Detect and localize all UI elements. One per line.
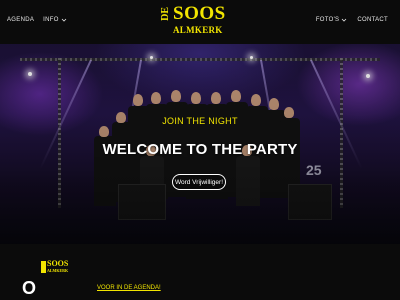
hero-banner: 25 JOIN THE NIGHT WELCOME TO THE PARTY W… xyxy=(0,44,400,244)
bottom-section: SOOS ALMKERK O VOOR IN DE AGENDA! xyxy=(0,244,400,300)
volunteer-button[interactable]: Word Vrijwilliger! xyxy=(172,174,226,190)
nav-agenda-label: AGENDA xyxy=(7,17,35,23)
nav-right: FOTO'S CONTACT xyxy=(316,17,388,23)
nav-agenda[interactable]: AGENDA xyxy=(7,17,34,23)
logo-place: ALMKERK xyxy=(173,25,223,35)
logo-de-text: DE xyxy=(160,7,171,21)
footer-logo-place: ALMKERK xyxy=(47,268,69,273)
footer-logo-name: SOOS xyxy=(47,259,69,268)
nav-contact[interactable]: CONTACT xyxy=(357,17,388,23)
nav-info[interactable]: INFO xyxy=(43,17,67,23)
footer-logo[interactable]: SOOS ALMKERK xyxy=(40,260,80,276)
site-header: AGENDA INFO DE SOOS ALMKERK FOTO'S CONTA… xyxy=(0,0,400,44)
bottom-heading: O xyxy=(22,278,38,298)
nav-info-label: INFO xyxy=(43,17,59,23)
chevron-down-icon xyxy=(61,18,66,22)
hero-tagline: JOIN THE NIGHT xyxy=(162,116,238,126)
logo-name: SOOS xyxy=(173,3,226,24)
chevron-down-icon xyxy=(342,18,347,22)
nav-contact-label: CONTACT xyxy=(357,17,388,23)
nav-fotos-label: FOTO'S xyxy=(315,17,340,23)
agenda-link[interactable]: VOOR IN DE AGENDA! xyxy=(97,285,161,291)
hero-title: WELCOME TO THE PARTY xyxy=(102,141,298,158)
footer-logo-de-bar xyxy=(41,261,46,273)
logo[interactable]: DE SOOS ALMKERK xyxy=(160,3,227,38)
nav-fotos[interactable]: FOTO'S xyxy=(316,17,348,23)
nav-left: AGENDA INFO xyxy=(7,17,67,23)
logo-de: DE xyxy=(160,7,171,37)
